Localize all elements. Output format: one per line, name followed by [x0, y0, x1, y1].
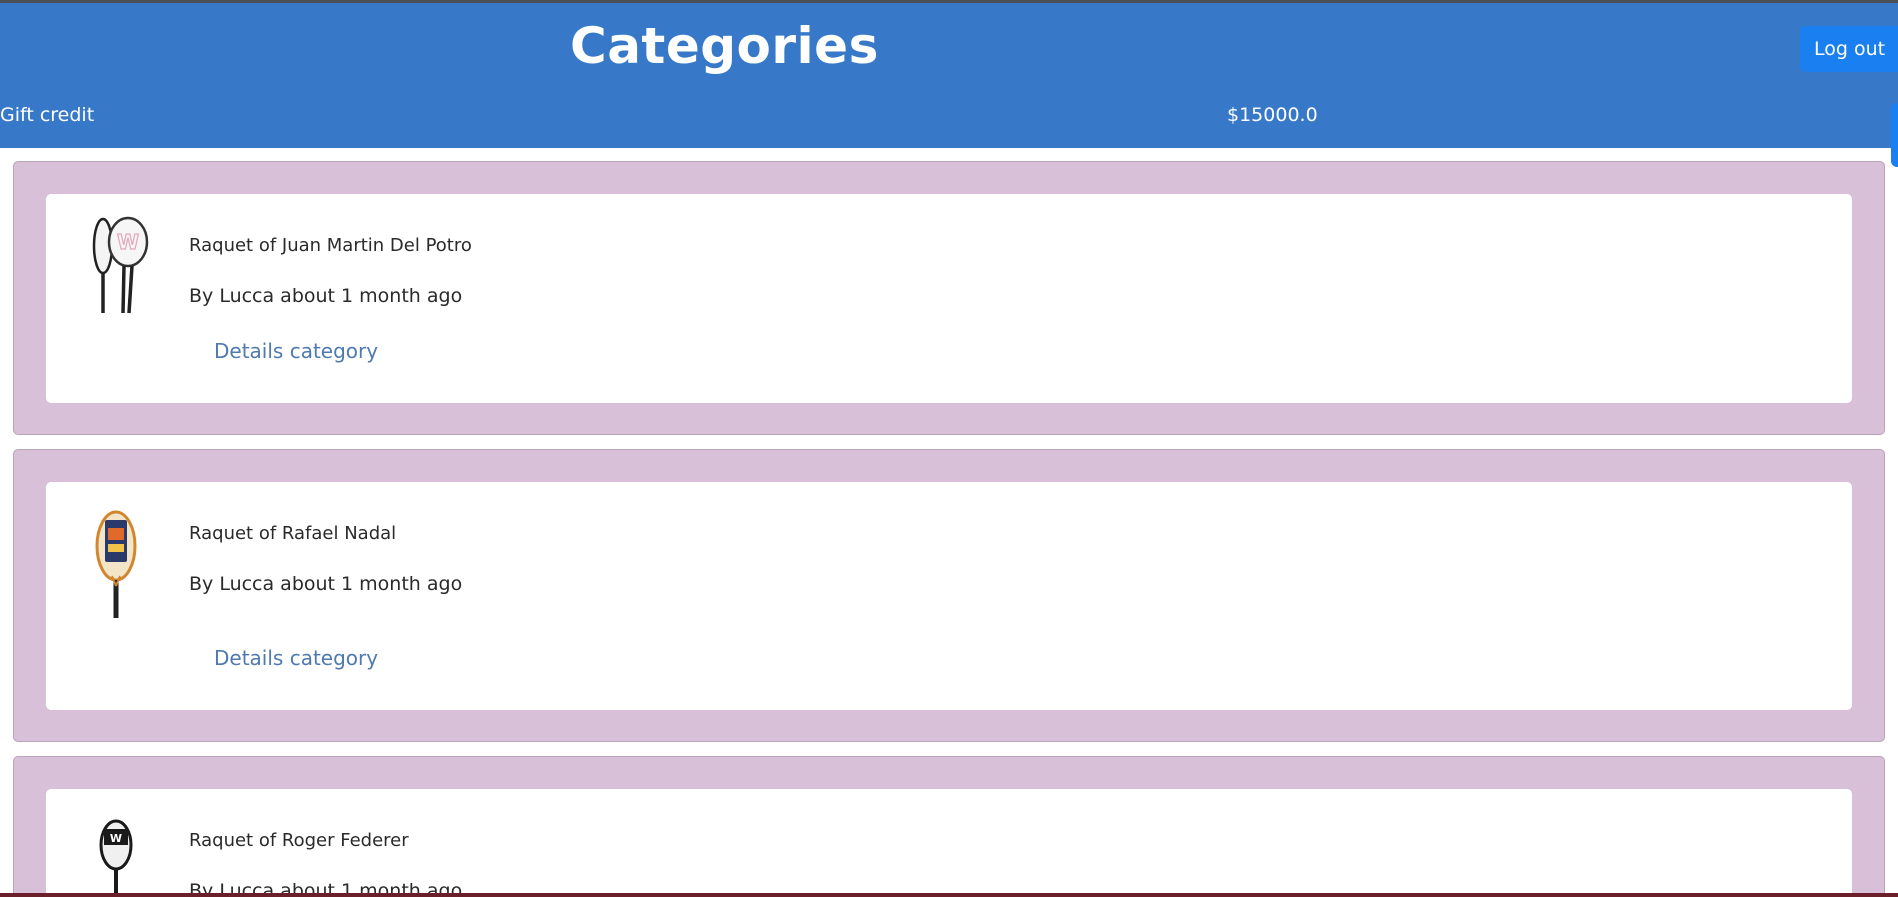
category-card: Raquet of Rafael Nadal By Lucca about 1 …	[13, 449, 1885, 742]
racket-icon	[94, 510, 138, 624]
gift-credit-value: $15000.0	[1227, 104, 1318, 126]
logout-button[interactable]: Log out	[1800, 26, 1898, 72]
svg-text:W: W	[117, 230, 139, 254]
header: Categories Log out Gift credit $15000.0	[0, 3, 1898, 148]
details-category-link[interactable]: Details category	[214, 646, 378, 670]
category-meta: By Lucca about 1 month ago	[189, 285, 463, 307]
category-card: W Raquet of Roger Federer By Lucca about…	[13, 756, 1885, 897]
gift-credit-label: Gift credit	[0, 104, 95, 126]
category-name: Raquet of Juan Martin Del Potro	[189, 235, 472, 256]
racket-icon: W	[96, 819, 136, 897]
category-card: W Raquet of Juan Martin Del Potro By Luc…	[13, 161, 1885, 435]
category-name: Raquet of Roger Federer	[189, 830, 409, 851]
category-card-body: W Raquet of Juan Martin Del Potro By Luc…	[46, 194, 1852, 403]
category-name: Raquet of Rafael Nadal	[189, 523, 397, 544]
svg-text:W: W	[110, 832, 122, 845]
page-title: Categories	[570, 17, 879, 75]
window-bottom-border	[0, 893, 1898, 897]
details-category-link[interactable]: Details category	[214, 339, 378, 363]
racket-pair-icon: W	[86, 216, 150, 320]
page: Categories Log out Gift credit $15000.0 …	[0, 0, 1898, 897]
category-card-body: W Raquet of Roger Federer By Lucca about…	[46, 789, 1852, 897]
side-tab-handle[interactable]	[1891, 103, 1898, 167]
category-meta: By Lucca about 1 month ago	[189, 573, 463, 595]
category-card-body: Raquet of Rafael Nadal By Lucca about 1 …	[46, 482, 1852, 710]
